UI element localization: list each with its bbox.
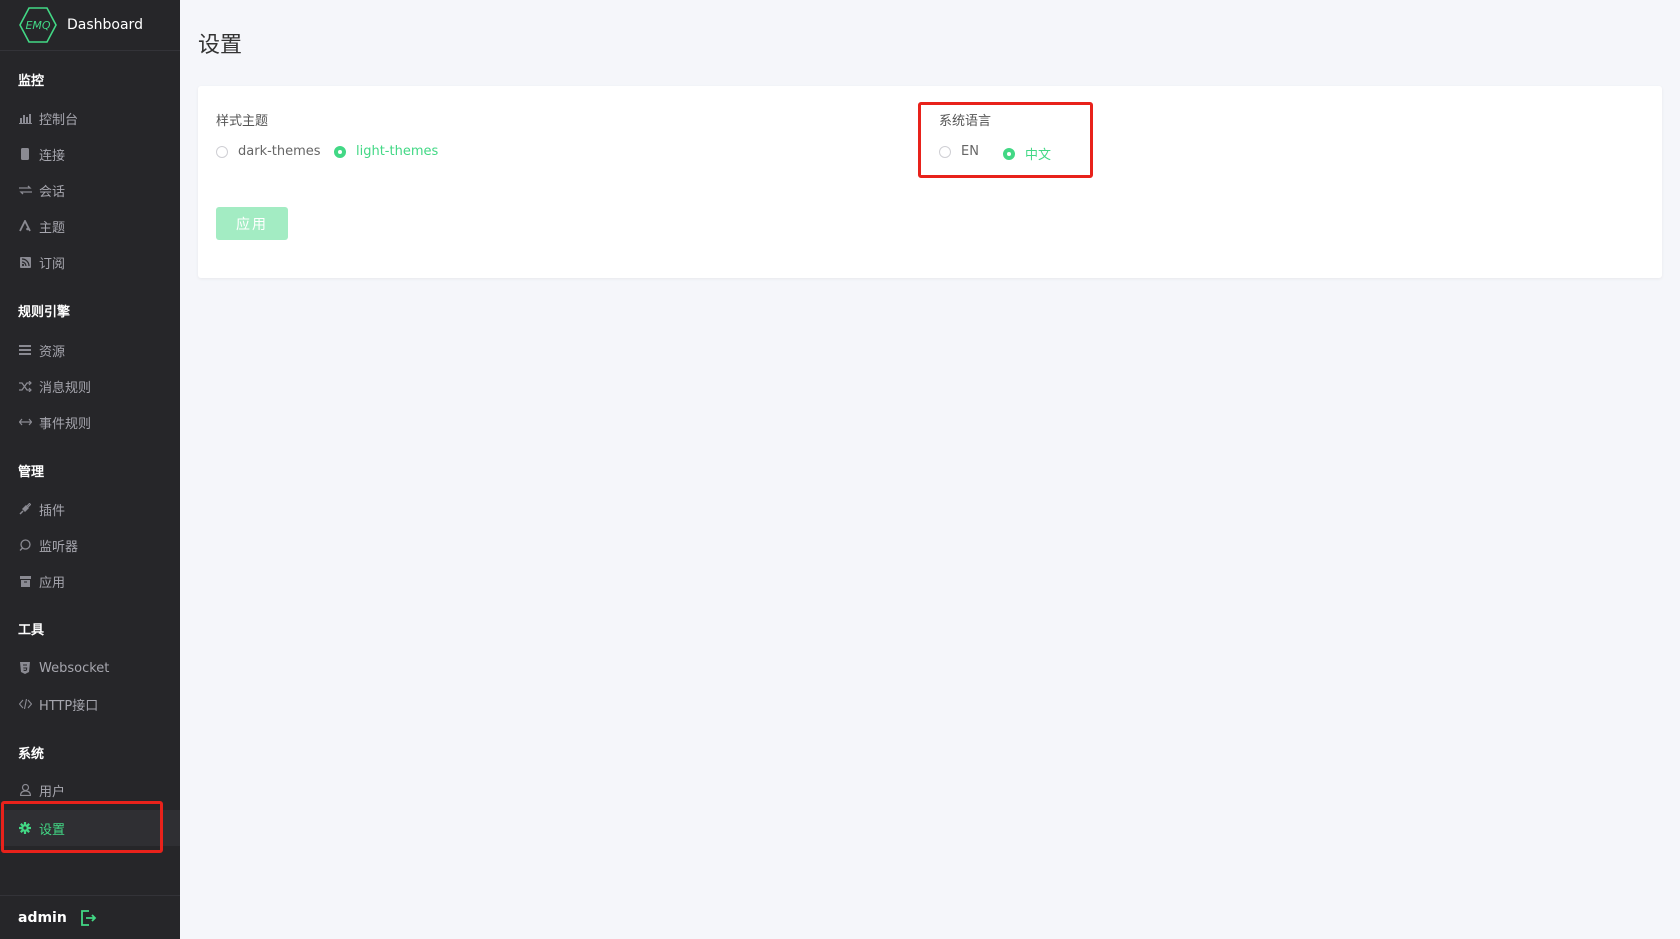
sidebar-item-label: 订阅	[39, 256, 66, 272]
sidebar-item-label: 应用	[39, 575, 66, 591]
group-title-rule-engine: 规则引擎	[18, 305, 71, 320]
arrows-icon	[18, 415, 32, 429]
group-title-system: 系统	[18, 747, 45, 762]
sidebar-item-console[interactable]: 控制台	[0, 103, 180, 133]
sidebar-item-label: 资源	[39, 344, 66, 360]
sidebar: EMQ Dashboard 监控 控制台 连接 会话 主题 订阅 规则引擎 资源…	[0, 0, 180, 939]
sidebar-item-sessions[interactable]: 会话	[0, 175, 180, 205]
sidebar-footer: admin	[0, 895, 180, 939]
sidebar-item-subscriptions[interactable]: 订阅	[0, 247, 180, 277]
app-title: Dashboard	[67, 17, 143, 33]
sidebar-item-label: 主题	[39, 220, 66, 236]
sidebar-item-connections[interactable]: 连接	[0, 139, 180, 169]
html5-icon	[18, 661, 32, 675]
sidebar-item-label: 事件规则	[39, 416, 92, 432]
sidebar-item-apps[interactable]: 应用	[0, 566, 180, 596]
highlight-settings-nav	[1, 801, 163, 853]
radio-circle	[216, 145, 228, 158]
shuffle-icon	[18, 379, 32, 393]
sidebar-item-label: HTTP接口	[39, 698, 99, 714]
sidebar-item-listeners[interactable]: 监听器	[0, 530, 180, 560]
sidebar-item-resources[interactable]: 资源	[0, 335, 180, 365]
rss-icon	[18, 255, 32, 269]
list-icon	[18, 343, 32, 357]
username: admin	[18, 909, 67, 926]
user-icon	[18, 783, 32, 797]
theme-label: 样式主题	[216, 114, 269, 129]
apply-button[interactable]: 应用	[216, 207, 288, 240]
emq-logo-icon: EMQ	[19, 7, 57, 43]
radio-label: light-themes	[356, 144, 439, 159]
sidebar-item-websocket[interactable]: Websocket	[0, 653, 180, 683]
sidebar-item-label: 会话	[39, 184, 66, 200]
plug-icon	[18, 502, 32, 516]
page-title: 设置	[198, 33, 243, 58]
device-icon	[18, 147, 32, 161]
bar-chart-icon	[18, 111, 32, 125]
chat-icon	[18, 538, 32, 552]
group-title-management: 管理	[18, 465, 45, 480]
sidebar-item-label: 插件	[39, 503, 66, 519]
sidebar-item-label: 用户	[39, 784, 66, 800]
swap-icon	[18, 183, 32, 197]
sidebar-item-label: Websocket	[39, 660, 110, 676]
radio-dark-themes[interactable]: dark-themes	[216, 144, 321, 159]
radio-circle	[334, 145, 346, 158]
highlight-language	[918, 102, 1093, 178]
sidebar-item-label: 连接	[39, 148, 66, 164]
sidebar-item-event-rules[interactable]: 事件规则	[0, 407, 180, 437]
box-icon	[18, 574, 32, 588]
sidebar-item-message-rules[interactable]: 消息规则	[0, 371, 180, 401]
sidebar-item-http-api[interactable]: HTTP接口	[0, 689, 180, 719]
radio-light-themes[interactable]: light-themes	[334, 144, 438, 159]
radio-label: dark-themes	[238, 144, 321, 159]
group-title-tools: 工具	[18, 623, 45, 638]
code-icon	[18, 697, 32, 711]
topic-icon	[18, 219, 32, 233]
sidebar-item-label: 监听器	[39, 539, 79, 555]
logo-text: EMQ	[25, 19, 50, 32]
group-title-monitor: 监控	[18, 74, 45, 89]
sidebar-item-plugins[interactable]: 插件	[0, 494, 180, 524]
logo[interactable]: EMQ Dashboard	[0, 0, 180, 51]
logout-icon[interactable]	[79, 909, 97, 927]
sidebar-item-topics[interactable]: 主题	[0, 211, 180, 241]
sidebar-item-label: 控制台	[39, 112, 79, 128]
sidebar-item-label: 消息规则	[39, 380, 92, 396]
